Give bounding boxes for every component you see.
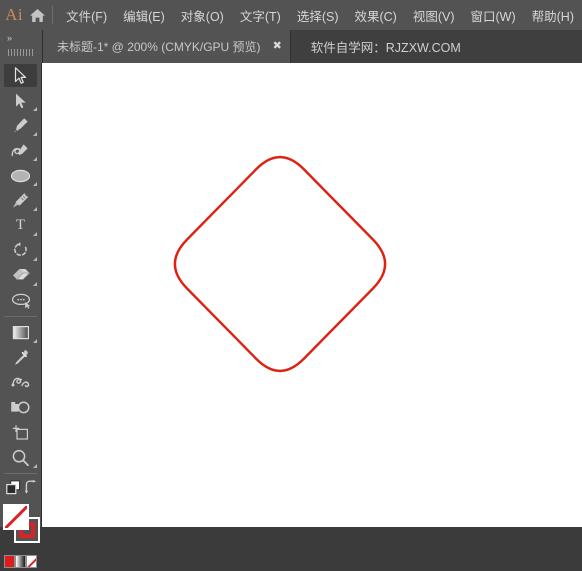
flyout-triangle-icon xyxy=(33,132,37,136)
flyout-triangle-icon xyxy=(33,157,37,161)
menu-help[interactable]: 帮助(H) xyxy=(524,2,582,29)
menu-select[interactable]: 选择(S) xyxy=(289,2,347,29)
toolbar-divider xyxy=(4,316,37,317)
rounded-diamond-shape[interactable] xyxy=(173,155,387,373)
blend-icon xyxy=(11,377,29,388)
chevron-double-right-icon[interactable]: » xyxy=(7,33,12,43)
color-mode-none[interactable] xyxy=(26,554,37,568)
type-T-icon: T xyxy=(15,217,26,233)
gradient-square-icon xyxy=(12,325,29,339)
pen-tool[interactable] xyxy=(0,113,41,138)
pen-nib-icon xyxy=(14,118,28,133)
swap-fill-stroke-icon[interactable] xyxy=(24,480,37,494)
document-tab[interactable]: 未标题-1* @ 200% (CMYK/GPU 预览) ✖ xyxy=(43,30,291,63)
ai-logo: Ai xyxy=(5,5,24,24)
tools-panel: T xyxy=(0,63,42,568)
menu-file[interactable]: 文件(F) xyxy=(58,2,115,29)
color-mode-gradient[interactable] xyxy=(15,554,26,568)
flyout-triangle-icon xyxy=(33,257,37,261)
fill-stroke-swatches xyxy=(0,503,41,551)
artboard-icon xyxy=(12,425,28,440)
fill-swatch[interactable] xyxy=(3,504,29,530)
ellipse-tool[interactable] xyxy=(0,163,41,188)
blend-tool[interactable] xyxy=(0,370,41,395)
lasso-tool[interactable] xyxy=(0,288,41,313)
toolbar-divider-2 xyxy=(4,473,37,474)
toolbar-drag-handle[interactable] xyxy=(8,49,33,56)
close-icon[interactable]: ✖ xyxy=(273,41,282,52)
menubar-divider xyxy=(51,6,53,24)
menu-object[interactable]: 对象(O) xyxy=(173,2,232,29)
flyout-triangle-icon xyxy=(33,232,37,236)
default-fill-stroke-icon[interactable] xyxy=(6,480,21,495)
ellipse-icon xyxy=(10,169,31,182)
home-icon[interactable] xyxy=(28,8,47,23)
paintbrush-icon xyxy=(13,193,29,208)
flyout-triangle-icon xyxy=(33,282,37,286)
flyout-triangle-icon xyxy=(33,464,37,468)
paintbrush-tool[interactable] xyxy=(0,188,41,213)
arrow-solid-outline-icon xyxy=(14,67,27,84)
color-mode-buttons xyxy=(0,551,41,571)
curvature-icon xyxy=(11,143,28,156)
eraser-tool[interactable] xyxy=(0,263,41,288)
illustrator-window: Ai 文件(F) 编辑(E) 对象(O) 文字(T) 选择(S) 效果(C) 视… xyxy=(0,0,582,568)
shape-builder-icon xyxy=(11,401,30,414)
lasso-icon xyxy=(11,293,30,309)
eyedropper-tool[interactable] xyxy=(0,345,41,370)
artboard-tool[interactable] xyxy=(0,420,41,445)
curvature-tool[interactable] xyxy=(0,138,41,163)
magnifier-icon xyxy=(12,449,29,466)
canvas-svg xyxy=(173,155,387,373)
none-slash-icon xyxy=(5,506,27,528)
menu-type[interactable]: 文字(T) xyxy=(232,2,289,29)
menu-window[interactable]: 窗口(W) xyxy=(463,2,524,29)
arrow-filled-icon xyxy=(15,93,26,108)
menu-edit[interactable]: 编辑(E) xyxy=(115,2,173,29)
rotate-tool[interactable] xyxy=(0,238,41,263)
zoom-tool[interactable] xyxy=(0,445,41,470)
tab-bar: » 未标题-1* @ 200% (CMYK/GPU 预览) ✖ 软件自学网：RJ… xyxy=(0,30,582,63)
menu-view[interactable]: 视图(V) xyxy=(405,2,463,29)
flyout-triangle-icon xyxy=(33,107,37,111)
gradient-tool[interactable] xyxy=(0,320,41,345)
direct-selection-tool[interactable] xyxy=(0,88,41,113)
document-tab-title: 未标题-1* @ 200% (CMYK/GPU 预览) xyxy=(57,40,261,54)
shape-builder-tool[interactable] xyxy=(0,395,41,420)
flyout-triangle-icon xyxy=(33,339,37,343)
menu-bar: Ai 文件(F) 编辑(E) 对象(O) 文字(T) 选择(S) 效果(C) 视… xyxy=(0,0,582,30)
selection-tool[interactable] xyxy=(0,63,41,88)
panel-collapse-area[interactable]: » xyxy=(0,30,43,63)
eyedropper-icon xyxy=(14,350,28,365)
eraser-icon xyxy=(12,268,30,280)
fill-stroke-controls xyxy=(0,477,41,503)
color-mode-solid[interactable] xyxy=(4,554,15,568)
flyout-triangle-icon xyxy=(33,182,37,186)
artboard-canvas[interactable] xyxy=(42,63,582,527)
menu-effect[interactable]: 效果(C) xyxy=(346,2,404,29)
type-tool[interactable]: T xyxy=(0,213,41,238)
flyout-triangle-icon xyxy=(33,207,37,211)
menu-items: 文件(F) 编辑(E) 对象(O) 文字(T) 选择(S) 效果(C) 视图(V… xyxy=(58,2,582,29)
watermark-text: 软件自学网：RJZXW.COM xyxy=(310,41,461,55)
rotate-arrow-icon xyxy=(13,242,27,256)
